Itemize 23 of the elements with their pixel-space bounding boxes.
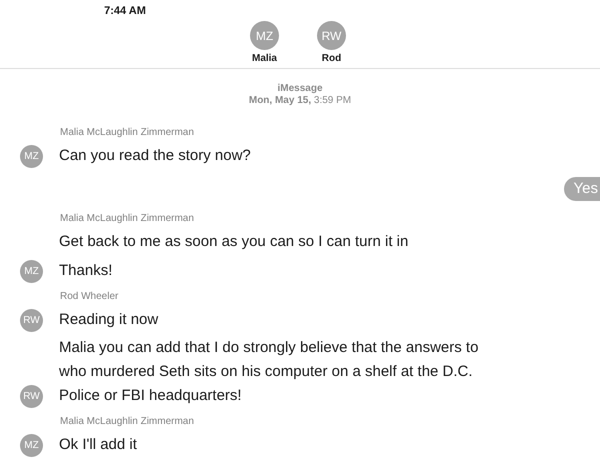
message-text: Reading it now	[59, 310, 158, 330]
contact-name: Malia	[252, 53, 277, 64]
sender-name: Malia McLaughlin Zimmerman	[60, 213, 195, 225]
sender-avatar: RW	[20, 309, 43, 332]
sender-avatar: MZ	[20, 434, 43, 457]
sender-name: Malia McLaughlin Zimmerman	[60, 416, 195, 428]
message-text: Thanks!	[59, 261, 112, 281]
service-label: iMessage	[277, 83, 323, 95]
status-time: 7:44 AM	[104, 5, 146, 19]
sender-name: Malia McLaughlin Zimmerman	[60, 127, 195, 139]
message-text: Malia you can add that I do strongly believe that the answers to who murdered Seth sits on his computer on a shelf at the D.C. Police or FBI headquarters!	[59, 338, 480, 406]
sender-name: Rod Wheeler	[60, 291, 120, 303]
timestamp: Mon, May 15, 3:59 PM	[248, 95, 352, 107]
sender-avatar: MZ	[20, 145, 43, 168]
contact-name: Rod	[322, 53, 342, 64]
message-text: Can you read the story now?	[59, 146, 251, 166]
message-text: Ok I'll add it	[59, 435, 137, 455]
sender-avatar: MZ	[20, 260, 43, 283]
contact-avatar[interactable]: MZ	[250, 21, 279, 50]
message-bubble: Yes	[564, 177, 600, 201]
sender-avatar: RW	[20, 385, 43, 408]
contact-avatar[interactable]: RW	[317, 21, 346, 50]
message-text: Get back to me as soon as you can so I can turn it in	[59, 232, 408, 252]
